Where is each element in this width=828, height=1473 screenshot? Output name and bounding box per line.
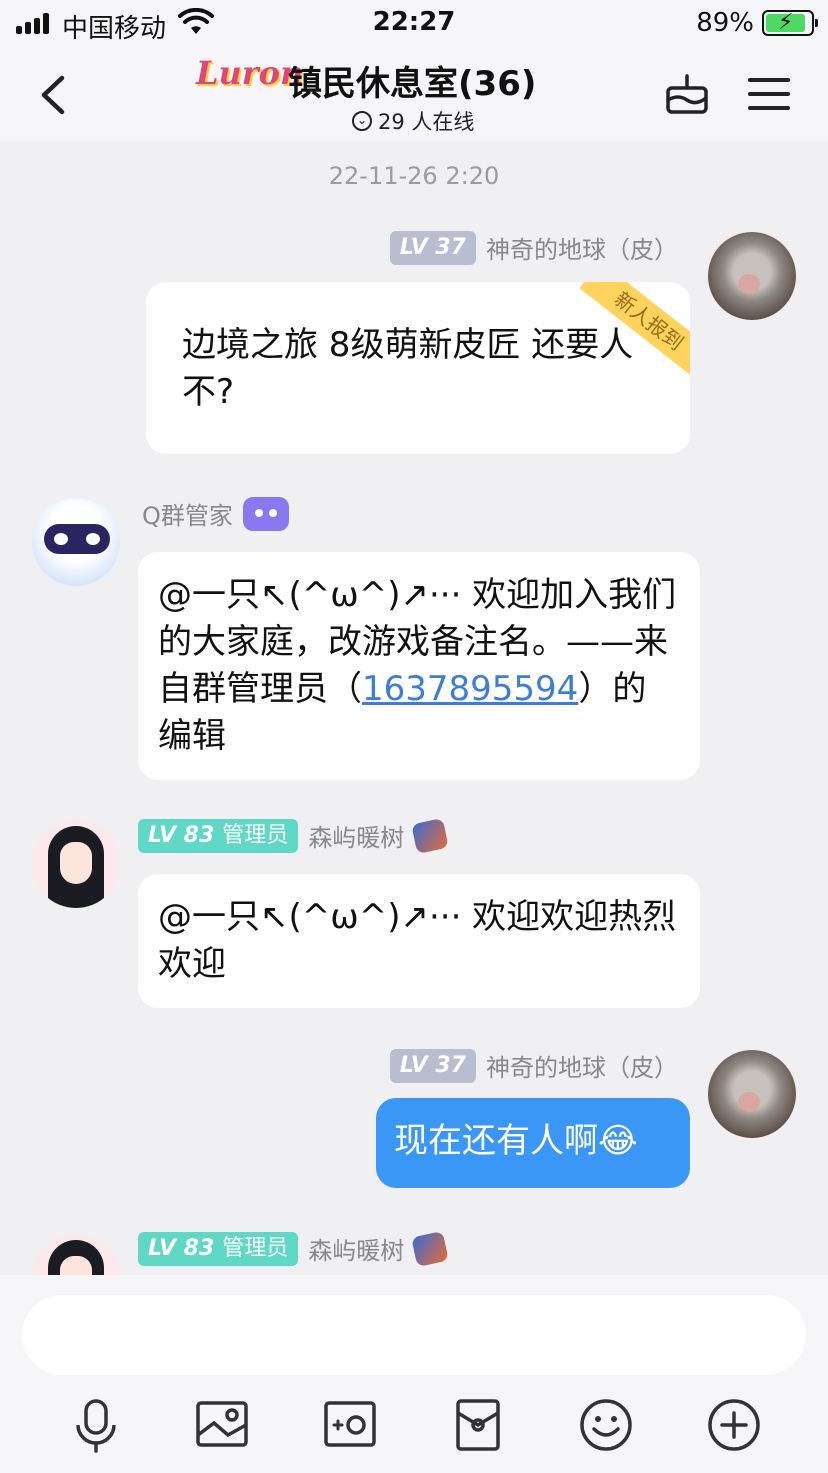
avatar[interactable] xyxy=(32,1234,120,1275)
admin-role: 管理员 xyxy=(222,1235,289,1261)
chat-area[interactable]: 22-11-26 2:20 LV 37 神奇的地球（皮） 边境之旅 8级萌新皮匠… xyxy=(0,142,828,1275)
sender-name[interactable]: 森屿暖树 xyxy=(308,1231,404,1266)
image-icon[interactable] xyxy=(192,1395,252,1455)
camera-icon[interactable] xyxy=(320,1395,380,1455)
avatar-face xyxy=(60,1256,92,1275)
avatar[interactable] xyxy=(32,498,120,586)
sender-info: LV 37 神奇的地球（皮） xyxy=(389,1048,678,1083)
level-badge: LV 37 xyxy=(389,1048,476,1083)
game-logo: Luron xyxy=(196,54,304,92)
message-bubble[interactable]: 现在还有人啊😂 xyxy=(376,1098,690,1188)
message-text: 现在还有人啊😂 xyxy=(394,1121,638,1161)
decoration-icon xyxy=(411,817,450,854)
message-timestamp: 22-11-26 2:20 xyxy=(328,162,500,190)
sender-info: Q群管家 xyxy=(142,496,289,531)
message-bubble[interactable]: 边境之旅 8级萌新皮匠 还要人不? 新人报到 xyxy=(146,282,690,454)
status-bar: 中国移动 22:27 89% ⚡ xyxy=(0,0,828,46)
sender-name[interactable]: 神奇的地球（皮） xyxy=(486,230,678,265)
message-bubble[interactable]: @一只↖(^ω^)↗··· 欢迎加入我们的大家庭，改游戏备注名。——来自群管理员… xyxy=(138,552,700,780)
emoji-icon[interactable] xyxy=(576,1395,636,1455)
robot-visor xyxy=(44,524,110,554)
hamburger-menu-icon[interactable] xyxy=(748,76,792,112)
qq-number-link[interactable]: 1637895594 xyxy=(362,669,578,709)
sender-info: LV 83 管理员 森屿暖树 xyxy=(138,1230,450,1267)
microphone-icon[interactable] xyxy=(66,1395,126,1455)
group-cake-icon[interactable] xyxy=(664,72,710,116)
input-bar xyxy=(0,1275,828,1473)
sender-info: LV 83 管理员 森屿暖树 xyxy=(138,817,450,854)
group-title[interactable]: 镇民休息室(36) xyxy=(288,56,536,105)
message-input[interactable] xyxy=(22,1295,806,1375)
back-arrow-icon[interactable] xyxy=(30,70,80,120)
charging-bolt-icon: ⚡ xyxy=(778,10,794,35)
chevron-down-icon: ⌄ xyxy=(352,111,372,131)
sender-name[interactable]: 神奇的地球（皮） xyxy=(486,1048,678,1083)
message-text: @一只↖(^ω^)↗··· 欢迎欢迎热烈欢迎 xyxy=(158,897,677,984)
level-badge: LV 83 管理员 xyxy=(138,1231,299,1266)
chat-header: Luron 镇民休息室(36) ⌄ 29 人在线 xyxy=(0,46,828,142)
avatar-face xyxy=(60,842,92,884)
robot-icon xyxy=(242,496,289,531)
avatar[interactable] xyxy=(708,232,796,320)
decoration-icon xyxy=(411,1230,450,1267)
battery-icon: ⚡ xyxy=(762,10,818,36)
red-packet-icon[interactable] xyxy=(448,1395,508,1455)
message-text: 边境之旅 8级萌新皮匠 还要人不? xyxy=(182,325,634,412)
sender-name[interactable]: 森屿暖树 xyxy=(308,818,404,853)
plus-icon[interactable] xyxy=(704,1395,764,1455)
sender-info: LV 37 神奇的地球（皮） xyxy=(389,230,678,265)
avatar[interactable] xyxy=(708,1050,796,1138)
battery-percent: 89% xyxy=(696,8,754,38)
avatar[interactable] xyxy=(32,820,120,908)
online-count-label: 29 人在线 xyxy=(378,110,475,134)
level-badge: LV 83 管理员 xyxy=(138,818,299,853)
level-text: LV 83 xyxy=(148,1235,215,1261)
level-text: LV 83 xyxy=(148,822,215,848)
message-bubble[interactable]: @一只↖(^ω^)↗··· 欢迎欢迎热烈欢迎 xyxy=(138,874,700,1008)
level-badge: LV 37 xyxy=(389,230,476,265)
sender-name[interactable]: Q群管家 xyxy=(142,496,233,531)
online-count[interactable]: ⌄ 29 人在线 xyxy=(352,106,474,136)
admin-role: 管理员 xyxy=(222,822,289,848)
